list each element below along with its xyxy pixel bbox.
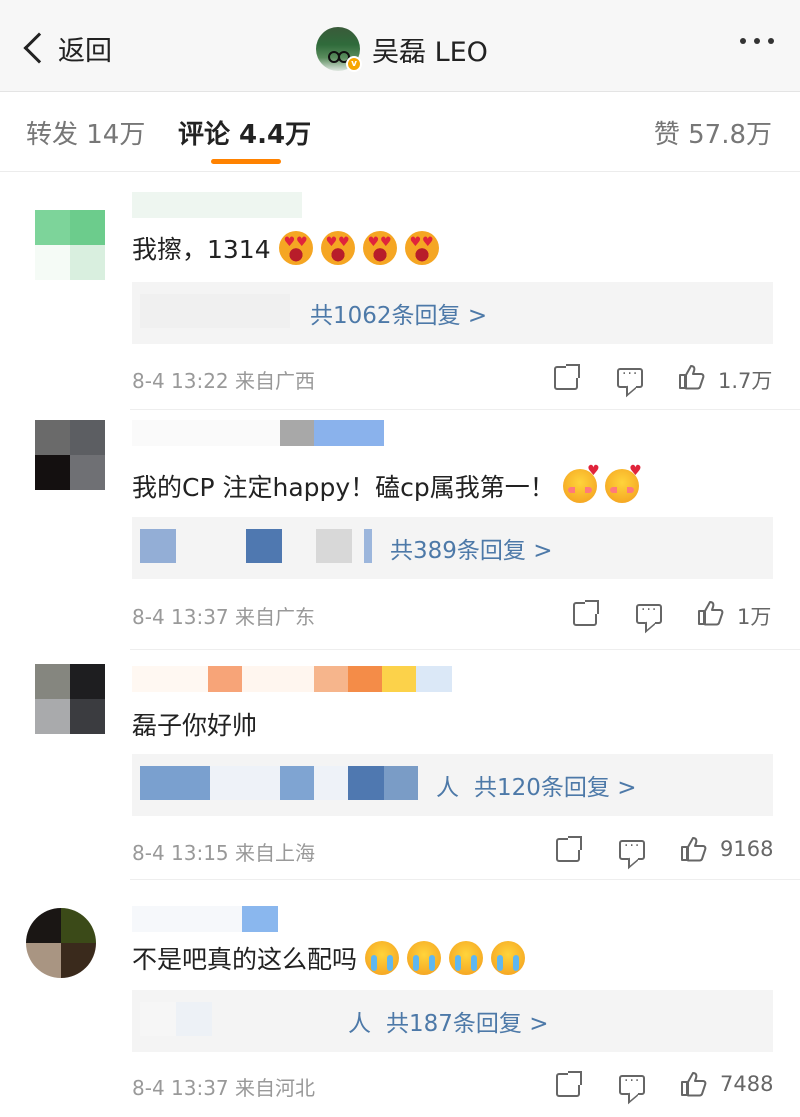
comment-text-content: 我的CP 注定happy！磕cp属我第一！ [132, 473, 555, 502]
crying-emoji-icon [365, 941, 400, 975]
comment-meta: 8-4 13:22 来自广西 [132, 369, 316, 393]
reply-preview-blurred [140, 1002, 212, 1040]
comment-meta: 8-4 13:37 来自广东 [132, 605, 316, 629]
comment-meta: 8-4 13:37 来自河北 [132, 1076, 316, 1100]
heart-eyes-emoji-icon [278, 231, 313, 265]
like-icon[interactable] [678, 364, 706, 390]
heart-eyes-emoji-icon [320, 231, 355, 265]
comment-text-content: 磊子你好帅 [132, 711, 258, 740]
like-icon[interactable] [680, 836, 708, 862]
view-replies-link[interactable]: 共389条回复 > [390, 531, 552, 565]
like-count: 1.7万 [718, 369, 773, 393]
avatar[interactable] [35, 420, 105, 490]
avatar[interactable] [35, 210, 105, 280]
comment-item: 我的CP 注定happy！磕cp属我第一！ 共389条回复 > 8-4 13:3… [0, 410, 800, 650]
replies-box[interactable]: 人 共187条回复 > [132, 990, 773, 1052]
comment-text-content: 不是吧真的这么配吗 [132, 945, 358, 974]
username-blurred[interactable] [132, 906, 278, 932]
comment-item: 不是吧真的这么配吗 人 共187条回复 > 8-4 13:37 来自河北 748… [0, 880, 800, 1117]
reply-preview-blurred [140, 529, 372, 567]
share-icon[interactable] [556, 1071, 582, 1097]
view-replies-link[interactable]: 共187条回复 > [386, 1004, 548, 1038]
reply-preview-blurred [140, 766, 418, 804]
comment-text: 我擦，1314 [132, 230, 439, 266]
comment-item: 我擦，1314 共1062条回复 > 8-4 13:22 来自广西 1.7万 [0, 174, 800, 410]
reply-preview-blurred [140, 294, 290, 332]
share-icon[interactable] [573, 600, 599, 626]
blushing-emoji-icon [604, 463, 642, 503]
tab-comments[interactable]: 评论 4.4万 [178, 114, 311, 151]
like-icon[interactable] [680, 1071, 708, 1097]
comment-item: 磊子你好帅 人 共120条回复 > 8-4 13:15 来自上海 9168 [0, 650, 800, 880]
heart-eyes-emoji-icon [362, 231, 397, 265]
comment-meta: 8-4 13:15 来自上海 [132, 841, 316, 865]
back-label: 返回 [58, 35, 112, 67]
reply-preview-suffix: 人 [436, 775, 459, 801]
blushing-emoji-icon [562, 463, 600, 503]
reply-preview-suffix: 人 [348, 1011, 371, 1037]
view-replies-link[interactable]: 共1062条回复 > [310, 296, 487, 330]
comment-icon[interactable] [619, 1073, 645, 1095]
comment-text: 磊子你好帅 [132, 706, 257, 742]
crying-emoji-icon [449, 941, 484, 975]
heart-eyes-emoji-icon [404, 231, 439, 265]
view-replies-link[interactable]: 共120条回复 > [474, 768, 636, 802]
crying-emoji-icon [491, 941, 526, 975]
comment-text: 不是吧真的这么配吗 [132, 940, 526, 976]
verified-badge-icon: v [346, 56, 362, 72]
replies-box[interactable]: 共389条回复 > [132, 517, 773, 579]
replies-box[interactable]: 人 共120条回复 > [132, 754, 773, 816]
tab-likes[interactable]: 赞 57.8万 [654, 114, 772, 151]
share-icon[interactable] [554, 364, 580, 390]
comment-icon[interactable] [636, 602, 662, 624]
comment-text: 我的CP 注定happy！磕cp属我第一！ [132, 463, 642, 504]
chevron-left-icon [23, 32, 55, 64]
like-icon[interactable] [697, 600, 725, 626]
username-blurred[interactable] [132, 666, 452, 692]
profile-header[interactable]: 吴磊 LEO [316, 26, 488, 72]
like-count: 9168 [720, 837, 774, 861]
username-blurred[interactable] [132, 192, 302, 218]
active-tab-indicator [211, 159, 281, 164]
avatar[interactable] [26, 908, 96, 978]
comment-icon[interactable] [619, 838, 645, 860]
like-count: 1万 [737, 605, 772, 629]
crying-emoji-icon [407, 941, 442, 975]
like-count: 7488 [720, 1072, 774, 1096]
comment-icon[interactable] [617, 366, 643, 388]
more-options-icon[interactable] [740, 38, 774, 44]
comment-text-content: 我擦，1314 [132, 235, 271, 264]
tab-repost[interactable]: 转发 14万 [26, 114, 145, 151]
username-blurred[interactable] [132, 420, 384, 446]
replies-box[interactable]: 共1062条回复 > [132, 282, 773, 344]
profile-name[interactable]: 吴磊 LEO [372, 30, 488, 69]
tab-bar: 转发 14万 评论 4.4万 赞 57.8万 [0, 92, 800, 172]
back-button[interactable]: 返回 [18, 26, 112, 70]
avatar[interactable] [35, 664, 105, 734]
navigation-bar: 返回 吴磊 LEO v [0, 0, 800, 92]
share-icon[interactable] [556, 836, 582, 862]
